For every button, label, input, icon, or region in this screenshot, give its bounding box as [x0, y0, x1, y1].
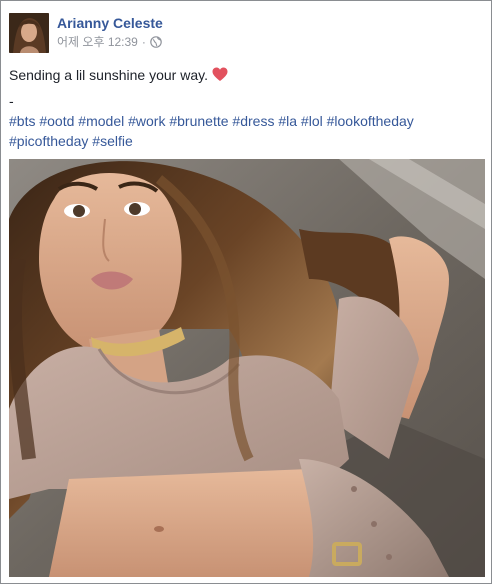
- post-header: Arianny Celeste 어제 오후 12:39 ·: [9, 13, 163, 55]
- post-text-line-1: Sending a lil sunshine your way.: [9, 65, 479, 85]
- post-photo[interactable]: [9, 159, 485, 577]
- post-dash-line: -: [9, 93, 14, 109]
- author-name-link[interactable]: Arianny Celeste: [57, 14, 163, 32]
- post-text: Sending a lil sunshine your way. - #bts …: [9, 65, 479, 151]
- hashtag-link[interactable]: #selfie: [92, 133, 132, 149]
- hashtag-link[interactable]: #lol: [301, 113, 323, 129]
- hashtag-link[interactable]: #bts: [9, 113, 35, 129]
- hashtag-link[interactable]: #dress: [232, 113, 274, 129]
- post-meta: Arianny Celeste 어제 오후 12:39 ·: [57, 13, 163, 50]
- hashtag-link[interactable]: #picoftheday: [9, 133, 88, 149]
- post-message: Sending a lil sunshine your way.: [9, 67, 208, 83]
- heart-emoji-icon: [212, 67, 228, 82]
- author-avatar[interactable]: [9, 13, 49, 53]
- post-timestamp[interactable]: 어제 오후 12:39: [57, 34, 138, 50]
- hashtag-link[interactable]: #la: [278, 113, 297, 129]
- hashtag-link[interactable]: #work: [128, 113, 165, 129]
- hashtag-link[interactable]: #ootd: [39, 113, 74, 129]
- post-subline: 어제 오후 12:39 ·: [57, 34, 163, 50]
- post-card: Arianny Celeste 어제 오후 12:39 · Sending a …: [0, 0, 492, 584]
- hashtag-link[interactable]: #lookoftheday: [327, 113, 414, 129]
- hashtag-link[interactable]: #brunette: [169, 113, 228, 129]
- meta-separator: ·: [141, 35, 146, 49]
- hashtags-line-2: #picoftheday #selfie: [9, 131, 479, 151]
- hashtags-line-1: #bts #ootd #model #work #brunette #dress…: [9, 111, 479, 131]
- hashtag-link[interactable]: #model: [78, 113, 124, 129]
- globe-icon[interactable]: [150, 36, 162, 48]
